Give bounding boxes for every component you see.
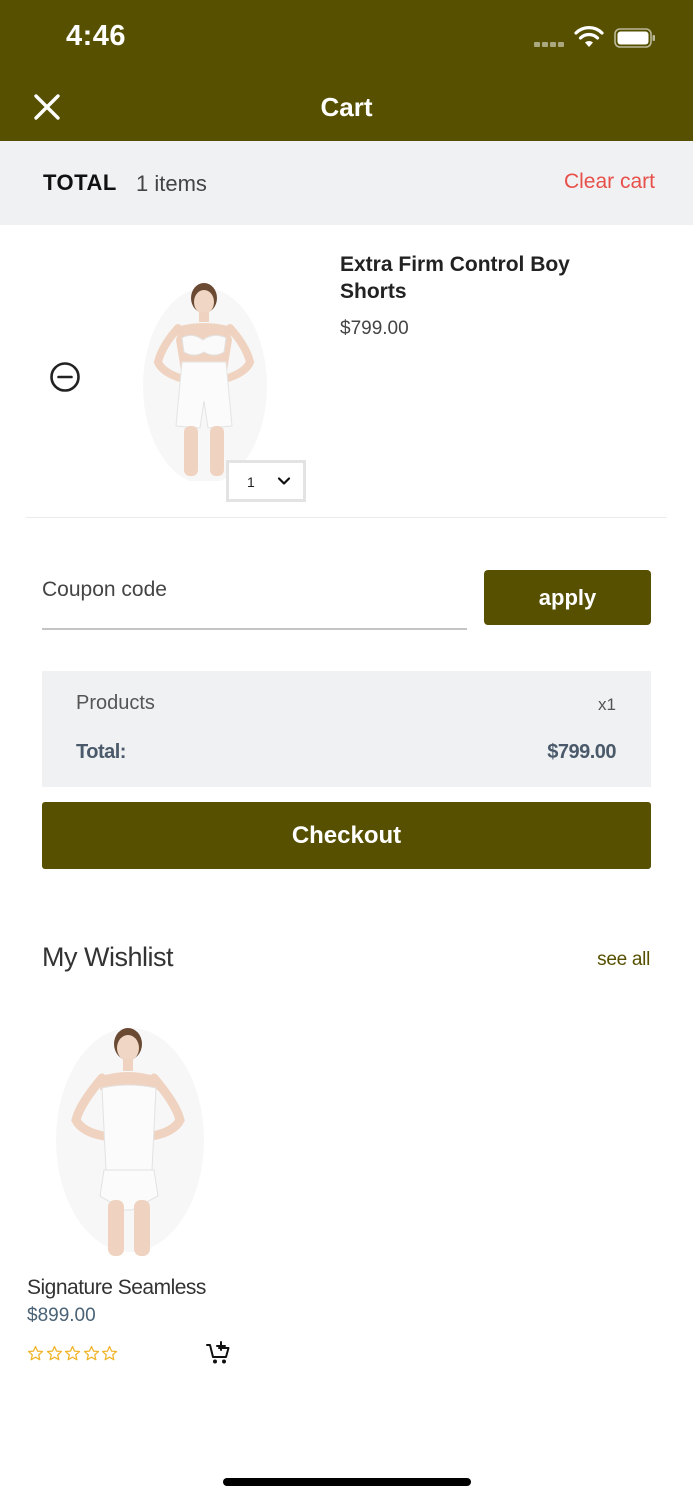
star-outline-icon xyxy=(101,1345,118,1361)
wishlist-product-price: $899.00 xyxy=(27,1305,96,1326)
cart-plus-icon[interactable] xyxy=(205,1340,231,1366)
items-count: 1 items xyxy=(136,171,207,196)
minus-circle-icon[interactable] xyxy=(49,361,81,393)
chevron-down-icon xyxy=(277,477,291,485)
clear-cart-button[interactable]: Clear cart xyxy=(564,170,655,194)
status-time: 4:46 xyxy=(66,20,127,52)
star-outline-icon xyxy=(27,1345,44,1361)
star-outline-icon xyxy=(46,1345,62,1361)
star-outline-icon xyxy=(64,1345,81,1361)
quantity-value: 1 xyxy=(247,474,255,490)
product-name[interactable]: Extra Firm Control Boy Shorts xyxy=(340,251,640,305)
cellular-signal-icon xyxy=(534,42,566,48)
quantity-select[interactable]: 1 xyxy=(226,460,306,502)
rating-stars xyxy=(27,1345,122,1365)
summary-products-label: Products xyxy=(76,692,155,714)
apply-coupon-button[interactable]: apply xyxy=(484,570,651,625)
product-image xyxy=(143,283,267,481)
page-title: Cart xyxy=(320,92,373,122)
see-all-link[interactable]: see all xyxy=(597,949,650,971)
wishlist-product-name[interactable]: Signature Seamless xyxy=(27,1276,206,1300)
battery-icon xyxy=(614,28,655,48)
coupon-code-input[interactable] xyxy=(42,570,467,630)
summary-total-value: $799.00 xyxy=(547,741,616,763)
wifi-icon xyxy=(574,26,604,47)
home-indicator xyxy=(223,1478,471,1486)
product-price: $799.00 xyxy=(340,318,409,339)
summary-products-qty: x1 xyxy=(598,695,616,714)
order-summary xyxy=(42,671,651,787)
divider xyxy=(26,517,667,518)
wishlist-title: My Wishlist xyxy=(42,942,174,972)
star-outline-icon xyxy=(83,1345,99,1361)
wishlist-product-image[interactable] xyxy=(50,1020,210,1258)
summary-total-label: Total: xyxy=(76,741,126,763)
checkout-button[interactable]: Checkout xyxy=(42,802,651,869)
total-label: TOTAL xyxy=(43,170,117,195)
